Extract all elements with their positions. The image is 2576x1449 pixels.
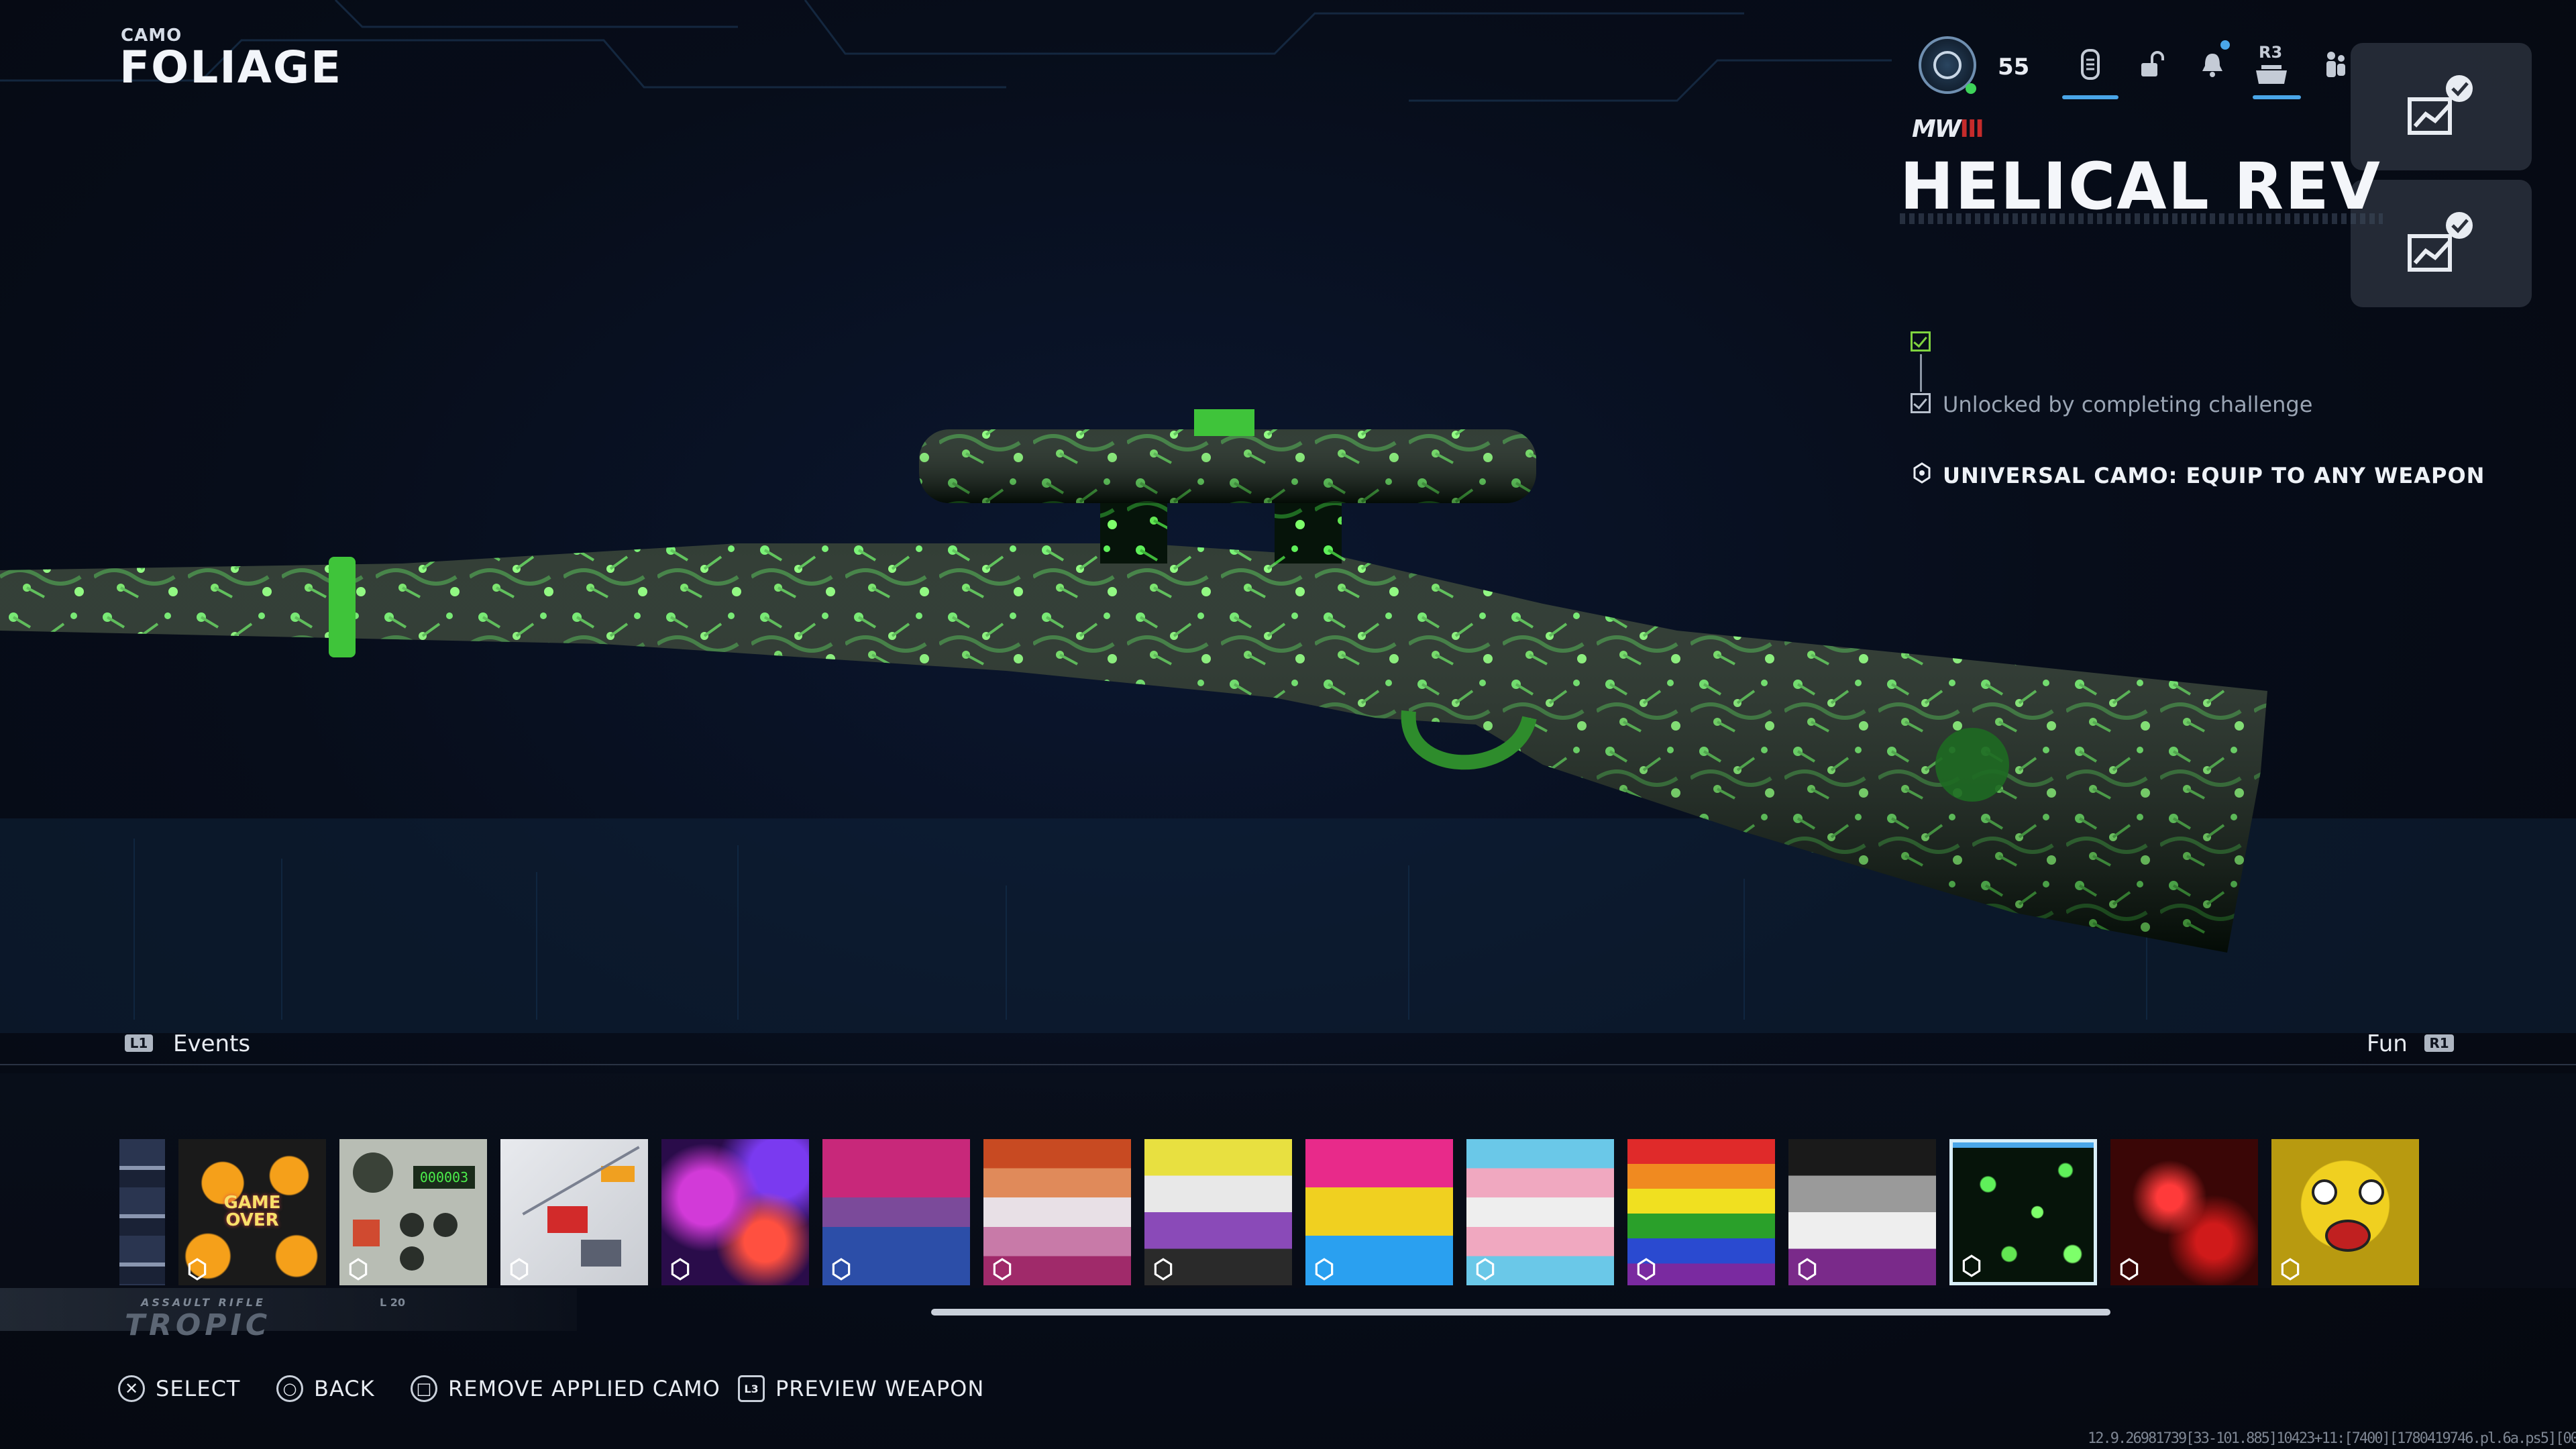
universal-camo-icon — [671, 1258, 690, 1281]
bell-icon[interactable] — [2192, 46, 2233, 83]
online-status-dot — [1966, 83, 1976, 94]
universal-camo-icon — [1962, 1254, 1981, 1277]
weapon-label-bar — [0, 1288, 577, 1331]
category-divider — [0, 1064, 2576, 1065]
l1-button[interactable]: L1 — [125, 1034, 153, 1052]
camo-tile-helical-reverb[interactable] — [1949, 1139, 2097, 1285]
universal-camo-icon — [993, 1258, 1012, 1281]
camo-tile-red-shatter[interactable] — [2110, 1139, 2258, 1285]
camo-tile-trans-flag[interactable] — [1466, 1139, 1614, 1285]
category-prev[interactable]: Events — [173, 1030, 250, 1057]
notification-dot — [2220, 40, 2230, 50]
title-divider — [1900, 213, 2383, 224]
r1-button[interactable]: R1 — [2424, 1034, 2454, 1052]
player-level: 55 — [1998, 54, 2030, 80]
remove-camo-prompt[interactable]: □ REMOVE APPLIED CAMO — [411, 1374, 720, 1403]
tab-indicator-r3 — [2253, 95, 2301, 99]
camo-tile-ace-flag[interactable] — [1788, 1139, 1936, 1285]
cross-button-icon: ✕ — [118, 1375, 145, 1402]
universal-camo-icon — [832, 1258, 851, 1281]
camo-tile-yellow-cartoon[interactable] — [2271, 1139, 2419, 1285]
camo-tile-rainbow-flag[interactable] — [1627, 1139, 1775, 1285]
category-title: FOLIAGE — [119, 42, 343, 93]
camo-tile-partial[interactable] — [119, 1139, 165, 1285]
universal-camo-icon — [510, 1258, 529, 1281]
unlock-icon[interactable] — [2132, 46, 2172, 83]
prompt-label: SELECT — [156, 1376, 241, 1401]
camo-tile-nonbinary-flag[interactable] — [1144, 1139, 1292, 1285]
camo-tile-white-tech[interactable] — [500, 1139, 648, 1285]
chart-check-icon — [2408, 75, 2473, 135]
preview-weapon-prompt[interactable]: L3 PREVIEW WEAPON — [738, 1374, 984, 1403]
weapon-name: TROPIC — [125, 1308, 272, 1342]
game-logo: MWIII — [1912, 115, 1984, 143]
universal-camo-icon — [2120, 1258, 2139, 1281]
universal-camo-icon — [188, 1258, 207, 1281]
weapon-class: ASSAULT RIFLE — [141, 1296, 266, 1309]
prompt-label: REMOVE APPLIED CAMO — [448, 1376, 720, 1401]
camo-tile-control-panel[interactable]: 000003 — [339, 1139, 487, 1285]
tile-text: 000003 — [413, 1166, 475, 1189]
circle-button-icon: ○ — [276, 1375, 303, 1402]
universal-camo-icon — [1798, 1258, 1817, 1281]
weapon-preview[interactable] — [0, 402, 2294, 966]
loadout-camo-screen: CAMO FOLIAGE 55 R3 MWIII HELICAL REV Unl… — [0, 0, 2576, 1449]
player-emblem-icon[interactable] — [1919, 36, 1976, 94]
controller-icon[interactable] — [2251, 56, 2292, 94]
wallet-icon[interactable] — [2070, 46, 2110, 83]
selected-indicator — [1953, 1142, 2094, 1148]
camo-tile-purple-web[interactable] — [661, 1139, 809, 1285]
challenge-connector — [1920, 354, 1922, 392]
camo-tile-bi-flag[interactable] — [822, 1139, 970, 1285]
prompt-label: PREVIEW WEAPON — [775, 1376, 985, 1401]
top-nav-bar: 55 R3 — [1919, 34, 2361, 107]
camo-tile-game-over[interactable]: GAME OVER — [178, 1139, 326, 1285]
universal-camo-icon — [2281, 1258, 2300, 1281]
select-prompt[interactable]: ✕ SELECT — [118, 1374, 240, 1403]
universal-camo-icon — [349, 1258, 368, 1281]
l3-button-icon: L3 — [738, 1375, 765, 1402]
universal-camo-icon — [1154, 1258, 1173, 1281]
prompt-label: BACK — [314, 1376, 375, 1401]
build-info: 12.9.26981739[33-101.885]10423+11:[7400]… — [2088, 1430, 2576, 1447]
weapon-level: L 20 — [380, 1296, 406, 1309]
camo-tile-pan-flag[interactable] — [1305, 1139, 1453, 1285]
chart-check-icon — [2408, 212, 2473, 272]
universal-camo-icon — [1637, 1258, 1656, 1281]
universal-camo-icon — [1476, 1258, 1495, 1281]
back-prompt[interactable]: ○ BACK — [276, 1374, 375, 1403]
universal-camo-icon — [1315, 1258, 1334, 1281]
square-button-icon: □ — [411, 1375, 437, 1402]
camo-tile-lesbian-flag[interactable] — [983, 1139, 1131, 1285]
category-next[interactable]: Fun — [2367, 1030, 2408, 1057]
camo-scrollbar[interactable] — [931, 1309, 2110, 1316]
tab-indicator — [2062, 95, 2118, 99]
friends-icon[interactable] — [2316, 46, 2356, 83]
check-complete-icon — [1911, 331, 1931, 352]
tile-text: GAME OVER — [223, 1193, 281, 1230]
